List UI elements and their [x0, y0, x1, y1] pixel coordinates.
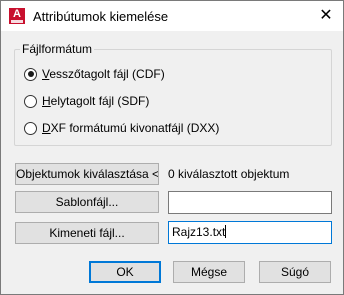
output-file-value: Rajz13.txt: [172, 225, 226, 239]
autocad-app-icon: A: [9, 8, 25, 24]
cancel-button[interactable]: Mégse: [173, 261, 245, 283]
radio-dxx[interactable]: DXF formátumú kivonatfájl (DXX): [24, 120, 219, 136]
selected-count-text: 0 kiválasztott objektum: [168, 167, 290, 181]
close-button[interactable]: ✕: [315, 5, 337, 27]
radio-sdf[interactable]: Helytagolt fájl (SDF): [24, 93, 149, 109]
title-bar: A Attribútumok kiemelése ✕: [1, 1, 343, 31]
radio-sdf-label: Helytagolt fájl (SDF): [42, 94, 150, 108]
radio-dxx-indicator[interactable]: [24, 121, 37, 135]
select-objects-button[interactable]: Objektumok kiválasztása <: [15, 163, 159, 185]
template-file-button[interactable]: Sablonfájl...: [15, 191, 159, 213]
radio-cdf-indicator[interactable]: [24, 67, 37, 81]
output-file-input[interactable]: Rajz13.txt: [168, 221, 332, 244]
radio-cdf[interactable]: Vesszőtagolt fájl (CDF): [24, 66, 165, 82]
help-button[interactable]: Súgó: [259, 261, 331, 283]
template-file-input[interactable]: [168, 191, 332, 214]
output-file-button[interactable]: Kimeneti fájl...: [15, 222, 159, 244]
radio-cdf-label: Vesszőtagolt fájl (CDF): [42, 67, 165, 81]
text-caret: [225, 225, 227, 238]
radio-dxx-label: DXF formátumú kivonatfájl (DXX): [42, 121, 220, 135]
ok-button[interactable]: OK: [89, 261, 161, 283]
radio-sdf-indicator[interactable]: [24, 94, 37, 108]
dialog-title: Attribútumok kiemelése: [33, 9, 169, 24]
dialog-window: A Attribútumok kiemelése ✕ Fájlformátum …: [0, 0, 344, 295]
file-format-legend: Fájlformátum: [20, 42, 95, 56]
